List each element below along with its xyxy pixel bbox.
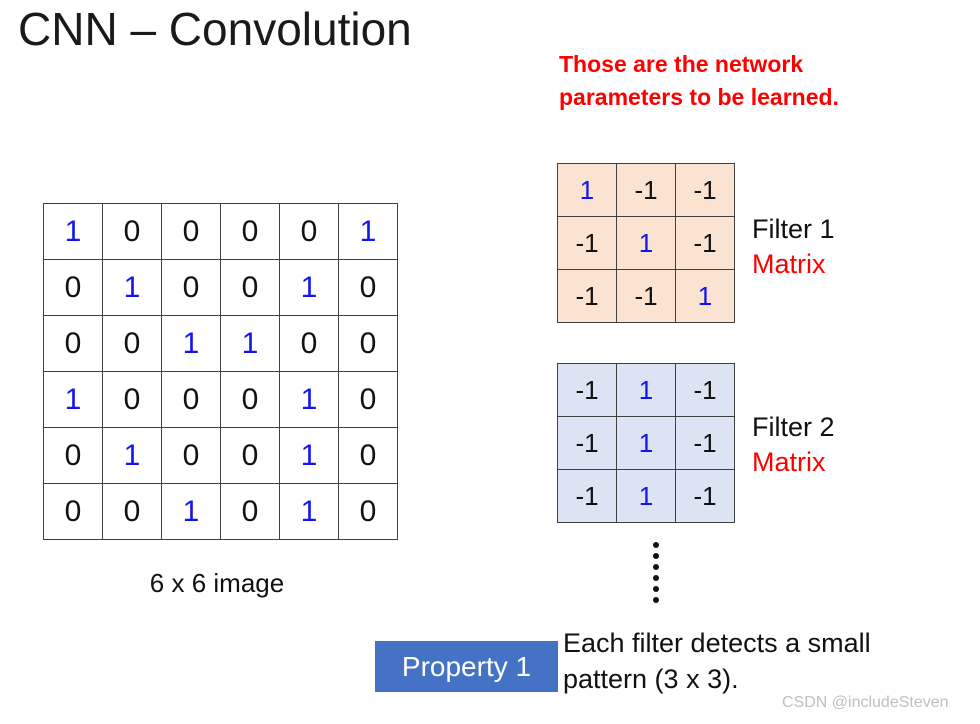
filter-2-matrix-body: -1 1 -1 -1 1 -1 -1 1 -1 [557,363,735,523]
input-image-cell: 0 [338,427,398,484]
input-image-caption: 6 x 6 image [149,568,285,598]
input-image-cell: 0 [220,483,280,540]
filter-1-row: -1 1 -1 [557,216,735,270]
input-image-cell: 0 [220,371,280,428]
filter-2-cell: -1 [557,416,617,470]
input-image-cell: 1 [161,483,221,540]
filter-1-cell: 1 [557,163,617,217]
filter-1-kind: Matrix [752,248,826,279]
input-image-cell: 1 [161,315,221,372]
filter-2-name: Filter 2 [752,412,835,442]
input-image-cell: 0 [102,203,162,260]
input-image-row: 001100 [43,315,398,372]
filter-1-cell: -1 [675,216,735,270]
input-image-cell: 0 [43,483,103,540]
filter-1-name: Filter 1 [752,214,835,244]
filter-2-cell: 1 [616,363,676,417]
filter-2-label: Filter 2 Matrix [752,410,972,479]
filter-1-cell: -1 [557,216,617,270]
input-image-cell: 1 [279,371,339,428]
input-image-cell: 0 [220,427,280,484]
input-image-cell: 0 [161,427,221,484]
input-image-cell: 0 [338,259,398,316]
input-image-cell: 1 [279,483,339,540]
network-parameters-note: Those are the network parameters to be l… [559,48,979,113]
ellipsis-dot [653,597,659,603]
ellipsis-dot [653,564,659,570]
filter-1-cell: 1 [616,216,676,270]
input-image-cell: 0 [102,371,162,428]
property-description-line: pattern (3 x 3). [563,663,739,694]
note-line: Those are the network [559,51,804,77]
filter-2-row: -1 1 -1 [557,469,735,523]
filter-1-cell: -1 [557,269,617,323]
filter-1-label: Filter 1 Matrix [752,212,972,281]
input-image-cell: 0 [102,315,162,372]
input-image-cell: 0 [43,315,103,372]
input-image-cell: 0 [279,203,339,260]
filter-2-cell: -1 [557,469,617,523]
input-image-cell: 0 [43,427,103,484]
ellipsis-dot [653,553,659,559]
input-image-cell: 1 [338,203,398,260]
input-image-cell: 0 [338,483,398,540]
input-image-cell: 0 [161,203,221,260]
input-image-cell: 1 [102,259,162,316]
input-image-row: 001010 [43,483,398,540]
filter-2-cell: -1 [675,469,735,523]
property-1-description: Each filter detects a small pattern (3 x… [563,626,978,697]
input-image-cell: 0 [279,315,339,372]
input-image-row: 100010 [43,371,398,428]
input-image-cell: 1 [43,371,103,428]
input-image-cell: 1 [220,315,280,372]
page-title: CNN – Convolution [18,3,412,55]
input-image-cell: 0 [220,203,280,260]
note-line: parameters to be learned. [559,83,839,110]
input-image-matrix: 100001010010001100100010010010001010 [43,203,398,540]
property-1-badge: Property 1 [375,641,558,692]
input-image-cell: 0 [338,315,398,372]
ellipsis-dot [653,575,659,581]
input-image-row: 010010 [43,427,398,484]
input-image-cell: 1 [43,203,103,260]
input-image-cell: 1 [279,259,339,316]
filter-1-row: -1 -1 1 [557,269,735,323]
filter-1-cell: 1 [675,269,735,323]
input-image-cell: 0 [43,259,103,316]
input-image-cell: 0 [161,371,221,428]
filter-2-row: -1 1 -1 [557,416,735,470]
filter-2-cell: -1 [675,416,735,470]
csdn-watermark: CSDN @includeSteven [782,694,949,711]
filter-1-cell: -1 [616,269,676,323]
filter-2-matrix: -1 1 -1 -1 1 -1 -1 1 -1 [557,363,735,523]
input-image-cell: 0 [338,371,398,428]
filter-1-cell: -1 [616,163,676,217]
ellipsis-dot [653,586,659,592]
input-image-row: 100001 [43,203,398,260]
filter-1-matrix: 1 -1 -1 -1 1 -1 -1 -1 1 [557,163,735,323]
filter-1-cell: -1 [675,163,735,217]
filter-1-row: 1 -1 -1 [557,163,735,217]
input-image-cell: 0 [220,259,280,316]
filter-2-kind: Matrix [752,446,826,477]
input-image-row: 010010 [43,259,398,316]
vertical-ellipsis-icon [646,542,666,603]
input-image-cell: 0 [161,259,221,316]
filter-2-cell: 1 [616,416,676,470]
filter-1-matrix-body: 1 -1 -1 -1 1 -1 -1 -1 1 [557,163,735,323]
property-description-line: Each filter detects a small [563,628,871,658]
input-image-cell: 1 [102,427,162,484]
filter-2-cell: 1 [616,469,676,523]
filter-2-cell: -1 [557,363,617,417]
filter-2-cell: -1 [675,363,735,417]
input-image-cell: 0 [102,483,162,540]
ellipsis-dot [653,542,659,548]
input-image-matrix-body: 100001010010001100100010010010001010 [43,203,398,540]
filter-2-row: -1 1 -1 [557,363,735,417]
input-image-cell: 1 [279,427,339,484]
